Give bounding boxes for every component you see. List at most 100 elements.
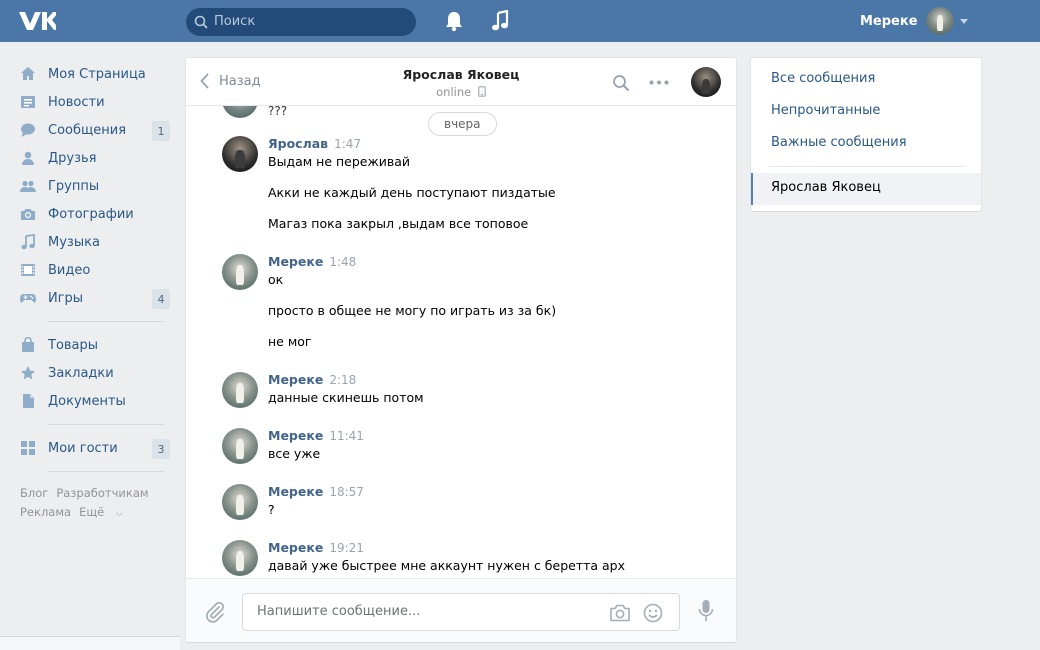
search-box[interactable]: Поиск (186, 8, 416, 36)
sidebar-item-friends[interactable]: Друзья (20, 144, 170, 172)
sidebar-footer: Блог Разработчикам Реклама Ещё ⌵ (20, 484, 170, 524)
sidebar-item-goods[interactable]: Товары (20, 331, 170, 359)
microphone-icon[interactable] (698, 599, 714, 623)
more-icon[interactable] (649, 80, 669, 85)
avatar[interactable] (222, 428, 258, 464)
footer-link-developers[interactable]: Разработчикам (56, 486, 148, 500)
chat-panel: Назад Ярослав Яковец online ??? вчера Яр… (186, 58, 736, 642)
message-text: давай уже быстрее мне аккаунт нужен с бе… (268, 558, 626, 573)
message-time[interactable]: 1:47 (334, 137, 361, 151)
sidebar-item-groups[interactable]: Группы (20, 172, 170, 200)
menu-item-all-messages[interactable]: Все сообщения (771, 71, 875, 86)
user-menu[interactable]: Мереке (860, 6, 968, 36)
sidebar-item-messages[interactable]: Сообщения 1 (20, 116, 170, 144)
peer-status-text: online (436, 85, 472, 99)
star-icon (20, 365, 36, 381)
date-divider[interactable]: вчера (428, 112, 497, 136)
search-icon (194, 15, 208, 29)
paperclip-icon[interactable] (204, 601, 226, 623)
message-author[interactable]: Мереке (268, 540, 323, 555)
menu-divider (769, 166, 965, 167)
sidebar-item-documents[interactable]: Документы (20, 387, 170, 415)
home-icon (20, 66, 36, 82)
message-text: просто в общее не могу по играть из за б… (268, 303, 557, 318)
avatar[interactable] (222, 254, 258, 290)
message-text: все уже (268, 446, 321, 461)
sidebar-item-video[interactable]: Видео (20, 256, 170, 284)
message-header: Мереке 19:21 (268, 540, 364, 555)
avatar[interactable] (222, 540, 258, 576)
groups-icon (20, 178, 36, 194)
sidebar-item-games[interactable]: Игры 4 (20, 284, 170, 312)
friends-icon (20, 150, 36, 166)
vk-logo[interactable] (18, 10, 56, 32)
footer-link-ads[interactable]: Реклама (20, 505, 71, 519)
gamepad-icon (20, 290, 36, 306)
message-time[interactable]: 18:57 (329, 485, 364, 499)
message-group: Мереке 2:18 данные скинешь потом (222, 372, 702, 412)
search-placeholder: Поиск (214, 14, 256, 29)
message-author[interactable]: Мереке (268, 484, 323, 499)
unread-count-badge: 1 (152, 121, 170, 141)
sidebar-item-label: Игры (48, 290, 84, 306)
message-time[interactable]: 11:41 (329, 429, 364, 443)
sidebar-item-my-page[interactable]: Моя Страница (20, 60, 170, 88)
avatar[interactable] (222, 372, 258, 408)
menu-item-current-chat[interactable]: Ярослав Яковец (751, 173, 981, 205)
sidebar-item-label: Закладки (48, 365, 114, 381)
avatar[interactable] (222, 136, 258, 172)
footer-more-label: Ещё (79, 505, 105, 519)
sidebar-divider (48, 471, 164, 472)
sidebar-item-bookmarks[interactable]: Закладки (20, 359, 170, 387)
sidebar-item-label: Моя Страница (48, 66, 146, 82)
bell-icon[interactable] (444, 10, 464, 32)
chevron-down-icon: ⌵ (115, 509, 123, 519)
menu-item-unread[interactable]: Непрочитанные (771, 103, 880, 118)
search-icon[interactable] (612, 74, 630, 92)
grid-icon (20, 440, 36, 456)
menu-item-important[interactable]: Важные сообщения (771, 135, 907, 150)
message-time[interactable]: 2:18 (329, 373, 356, 387)
message-history[interactable]: ??? вчера Ярослав 1:47 Выдам не переживай… (186, 106, 736, 578)
message-author[interactable]: Мереке (268, 428, 323, 443)
message-group: Мереке 11:41 все уже (222, 428, 702, 468)
camera-icon (20, 206, 36, 222)
music-icon[interactable] (490, 10, 510, 32)
message-group: Ярослав 1:47 Выдам не переживай Акки не к… (222, 136, 702, 236)
message-time[interactable]: 19:21 (329, 541, 364, 555)
message-input-placeholder: Напишите сообщение... (257, 604, 421, 619)
sidebar-divider (48, 424, 164, 425)
message-group: Мереке 1:48 ок просто в общее не могу по … (222, 254, 702, 354)
message-text: Выдам не переживай (268, 154, 411, 169)
avatar[interactable] (222, 484, 258, 520)
message-author[interactable]: Мереке (268, 254, 323, 269)
peer-avatar[interactable] (691, 67, 721, 97)
camera-icon[interactable] (609, 604, 631, 622)
message-time[interactable]: 1:48 (329, 255, 356, 269)
sidebar-item-guests[interactable]: Мои гости 3 (20, 434, 170, 462)
sidebar-item-label: Мои гости (48, 440, 118, 456)
chevron-down-icon (959, 18, 968, 24)
message-input[interactable]: Напишите сообщение... (242, 593, 680, 631)
sidebar-item-label: Музыка (48, 234, 100, 250)
guests-count-badge: 3 (152, 439, 170, 459)
sidebar-item-photos[interactable]: Фотографии (20, 200, 170, 228)
message-text: Магаз пока закрыл ,выдам все топовое (268, 216, 529, 231)
emoji-icon[interactable] (643, 603, 663, 623)
sidebar-item-label: Фотографии (48, 206, 134, 222)
sidebar-item-music[interactable]: Музыка (20, 228, 170, 256)
messages-filter-menu: Все сообщения Непрочитанные Важные сообщ… (751, 58, 981, 211)
message-text: ок (268, 272, 284, 287)
video-icon (20, 262, 36, 278)
message-text: данные скинешь потом (268, 390, 424, 405)
top-bar: Поиск Мереке (0, 0, 1040, 42)
message-author[interactable]: Мереке (268, 372, 323, 387)
sidebar-item-label: Новости (48, 94, 105, 110)
footer-link-more[interactable]: Ещё ⌵ (79, 505, 131, 519)
avatar (222, 106, 258, 118)
chat-header: Назад Ярослав Яковец online (186, 58, 736, 106)
sidebar-item-news[interactable]: Новости (20, 88, 170, 116)
mobile-icon (478, 86, 486, 97)
message-author[interactable]: Ярослав (268, 136, 328, 151)
footer-link-blog[interactable]: Блог (20, 486, 48, 500)
